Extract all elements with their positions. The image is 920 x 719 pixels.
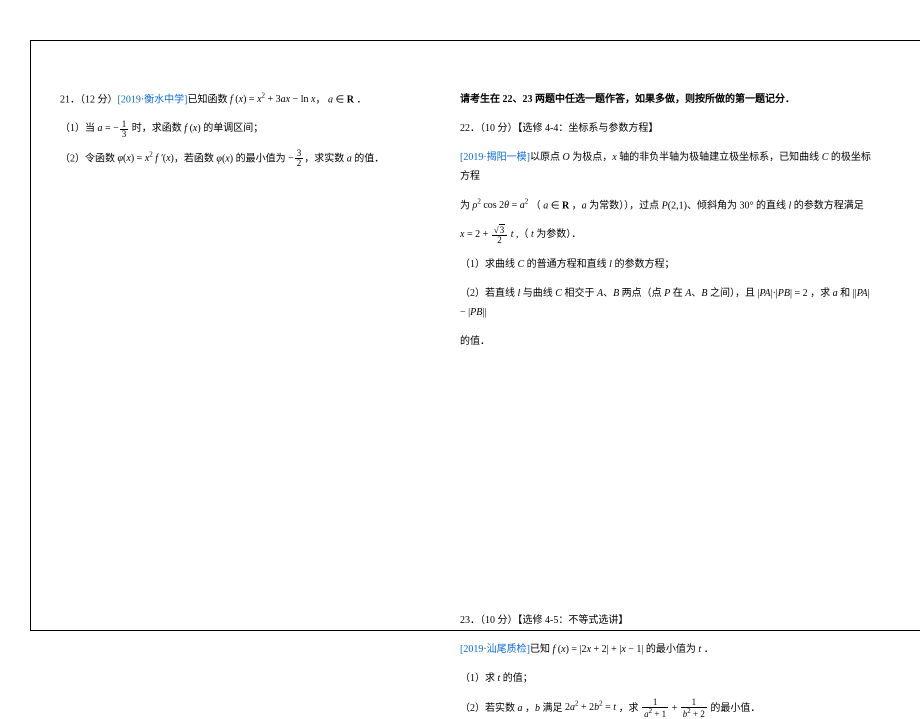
q23-frac2: 1b2 + 2: [680, 702, 708, 713]
q23-source-link: [2019·汕尾质检]: [460, 644, 530, 655]
q23-part1: （1）求 t 的值；: [460, 669, 875, 688]
q23-stem-text: 已知 f (x) = |2x + 2| + |x − 1| 的最小值为 t ．: [530, 644, 714, 655]
q23-part2: （2）若实数 a ，b 满足 2a2 + 2b2 = t ，求 1a2 + 1 …: [460, 698, 875, 719]
q23-frac1: 1a2 + 1: [641, 702, 669, 713]
q23-plus: +: [669, 702, 680, 713]
q23-p2-pre: （2）若实数 a ，b 满足 2a2 + 2b2 = t ，求: [460, 702, 641, 713]
q23-p2-end: 的最小值．: [708, 702, 761, 713]
q23-stem: [2019·汕尾质检]已知 f (x) = |2x + 2| + |x − 1|…: [460, 640, 875, 659]
